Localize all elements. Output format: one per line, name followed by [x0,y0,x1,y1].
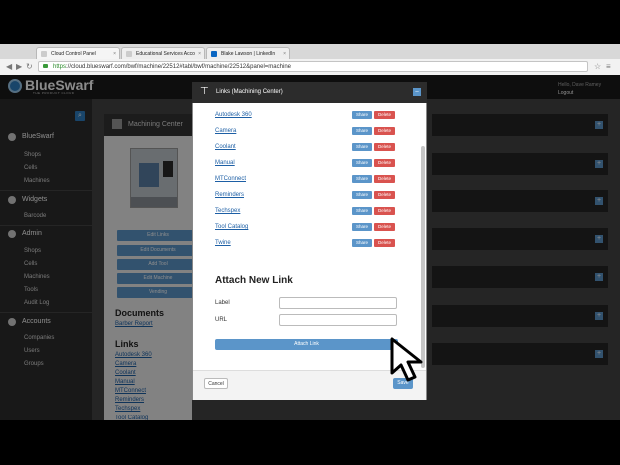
modal-link-manual[interactable]: Manual [215,160,235,166]
modal-link-autodesk-360[interactable]: Autodesk 360 [215,112,252,118]
modal-link-twine[interactable]: Twine [215,240,231,246]
browser-tab-cloud-control[interactable]: Cloud Control Panel × [36,47,120,59]
browser-tab-linkedin[interactable]: Blake Lawson | LinkedIn × [206,47,290,59]
modal-scrollbar[interactable] [421,146,425,368]
share-button[interactable]: Share [352,159,372,167]
share-button[interactable]: Share [352,111,372,119]
modal-link-mtconnect[interactable]: MTConnect [215,176,246,182]
url-field[interactable]: https://cloud.blueswarf.com/bwf/machine/… [38,61,588,72]
share-button[interactable]: Share [352,207,372,215]
forward-icon[interactable]: ▶ [16,62,22,72]
modal-title: Links (Machining Center) [216,89,283,95]
attach-link-button[interactable]: Attach Link [215,339,398,350]
delete-button[interactable]: Delete [374,127,395,135]
share-button[interactable]: Share [352,191,372,199]
share-button[interactable]: Share [352,223,372,231]
favicon-icon [41,51,47,57]
modal-link-tool-catalog[interactable]: Tool Catalog [215,224,248,230]
reload-icon[interactable]: ↻ [26,62,33,72]
url-field-label: URL [215,317,228,323]
share-button[interactable]: Share [352,143,372,151]
delete-button[interactable]: Delete [374,159,395,167]
link-icon: ⊤ [200,86,209,97]
share-button[interactable]: Share [352,239,372,247]
bookmark-star-icon[interactable]: ☆ [594,62,601,72]
modal-link-techspex[interactable]: Techspex [215,208,240,214]
delete-button[interactable]: Delete [374,223,395,231]
minimize-icon[interactable]: – [413,88,421,96]
mouse-cursor-icon [390,337,423,382]
modal-link-camera[interactable]: Camera [215,128,236,134]
label-input[interactable] [279,297,397,309]
back-icon[interactable]: ◀ [6,62,12,72]
close-tab-icon[interactable]: × [283,48,286,59]
delete-button[interactable]: Delete [374,111,395,119]
close-tab-icon[interactable]: × [198,48,201,59]
modal-header: ⊤ Links (Machining Center) – [192,82,427,103]
delete-button[interactable]: Delete [374,239,395,247]
menu-icon[interactable]: ≡ [606,62,611,72]
close-tab-icon[interactable]: × [113,48,116,59]
label-field-label: Label [215,300,230,306]
url-input[interactable] [279,314,397,326]
browser-tab-educational[interactable]: Educational Services Acco × [121,47,205,59]
share-button[interactable]: Share [352,175,372,183]
lock-icon [43,64,48,68]
cancel-button[interactable]: Cancel [204,378,228,389]
delete-button[interactable]: Delete [374,191,395,199]
modal-link-reminders[interactable]: Reminders [215,192,244,198]
delete-button[interactable]: Delete [374,143,395,151]
modal-link-coolant[interactable]: Coolant [215,144,236,150]
delete-button[interactable]: Delete [374,175,395,183]
attach-new-link-heading: Attach New Link [215,275,293,286]
share-button[interactable]: Share [352,127,372,135]
delete-button[interactable]: Delete [374,207,395,215]
linkedin-icon [211,51,217,57]
favicon-icon [126,51,132,57]
